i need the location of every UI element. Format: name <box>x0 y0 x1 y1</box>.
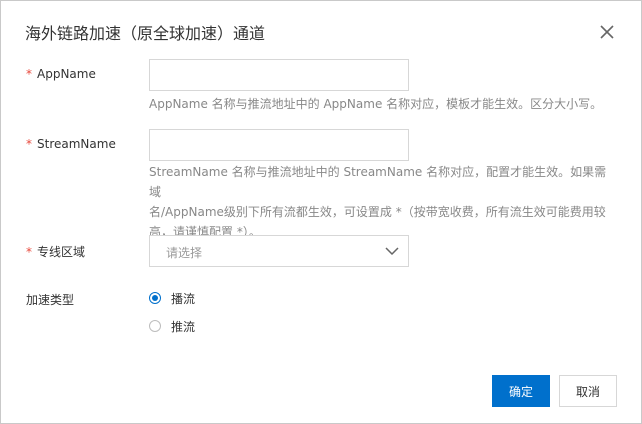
app-name-label-text: AppName <box>37 67 96 81</box>
app-name-input[interactable] <box>149 59 409 91</box>
region-label: * 专线区域 <box>26 243 85 260</box>
cancel-button[interactable]: 取消 <box>559 375 617 407</box>
accel-type-label: 加速类型 <box>26 293 75 307</box>
required-mark: * <box>26 137 32 151</box>
radio-checked-icon[interactable] <box>149 292 161 304</box>
radio-label: 播流 <box>171 291 196 306</box>
app-name-label: * AppName <box>26 67 96 81</box>
stream-name-help-line: 名/AppName级别下所有流都生效，可设置成 *（按带宽收费，所有流生效可能费… <box>149 205 606 219</box>
stream-name-input[interactable] <box>149 129 409 161</box>
radio-label: 推流 <box>171 319 196 334</box>
stream-name-label: * StreamName <box>26 137 116 151</box>
app-name-help: AppName 名称与推流地址中的 AppName 名称对应，模板才能生效。区分… <box>149 97 603 111</box>
confirm-button[interactable]: 确定 <box>492 375 550 407</box>
chevron-down-icon <box>384 243 400 259</box>
stream-name-help-line: StreamName 名称与推流地址中的 StreamName 名称对应，配置才… <box>149 165 607 199</box>
required-mark: * <box>26 67 32 81</box>
region-label-text: 专线区域 <box>37 245 86 259</box>
stream-name-help: StreamName 名称与推流地址中的 StreamName 名称对应，配置才… <box>149 162 609 242</box>
dialog-title: 海外链路加速（原全球加速）通道 <box>25 24 266 43</box>
required-mark: * <box>26 245 32 259</box>
radio-option-push[interactable]: 推流 <box>149 318 195 334</box>
radio-option-play[interactable]: 播流 <box>149 290 195 306</box>
close-icon[interactable] <box>597 22 617 42</box>
region-select[interactable]: 请选择 <box>149 235 409 267</box>
radio-unchecked-icon[interactable] <box>149 320 161 332</box>
stream-name-label-text: StreamName <box>37 137 116 151</box>
region-select-value: 请选择 <box>166 246 203 260</box>
dialog: 海外链路加速（原全球加速）通道 * AppName AppName 名称与推流地址… <box>0 0 642 424</box>
